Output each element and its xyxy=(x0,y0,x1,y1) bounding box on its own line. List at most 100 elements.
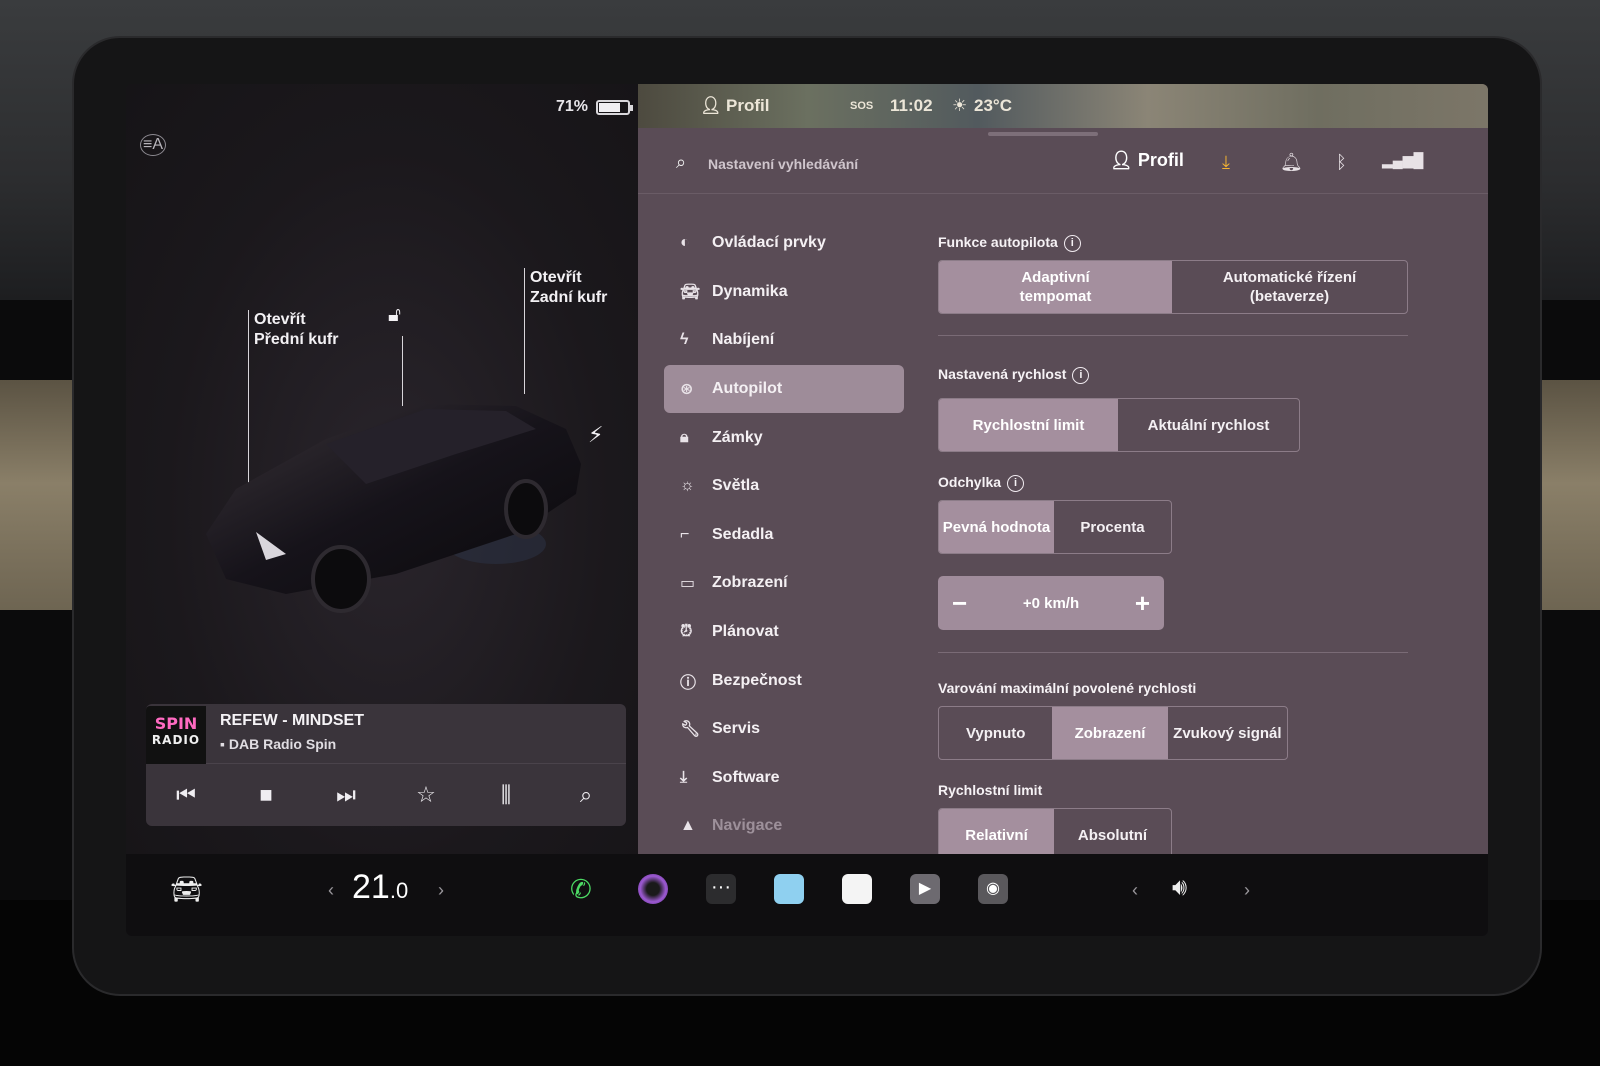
theater-app-icon[interactable]: ▶︎ xyxy=(910,874,940,904)
divider xyxy=(938,652,1408,653)
autosteer-line2: (betaverze) xyxy=(1249,288,1330,305)
unlock-icon[interactable]: 🔓︎ xyxy=(388,304,401,327)
calendar-app-icon[interactable] xyxy=(842,874,872,904)
display-icon: ▭ xyxy=(680,575,696,593)
limit-title: Rychlostní limit xyxy=(938,782,1043,798)
stop-icon[interactable]: ■ xyxy=(246,782,286,808)
profile-label: Profil xyxy=(1137,150,1184,170)
open-front-trunk-button[interactable]: Otevřít Přední kufr xyxy=(254,310,338,350)
download-icon[interactable]: ⤓ xyxy=(1222,152,1230,173)
speed-limit-option[interactable]: Rychlostní limit xyxy=(939,399,1118,451)
current-speed-option[interactable]: Aktuální rychlost xyxy=(1118,399,1299,451)
temp-down-chevron-icon[interactable]: ‹ xyxy=(328,880,334,901)
info-icon[interactable]: i xyxy=(1007,474,1025,492)
warning-display-option[interactable]: Zobrazení xyxy=(1052,707,1168,759)
speed-warning-selector: Vypnuto Zobrazení Zvukový signál xyxy=(938,706,1288,760)
sun-icon: ☼ xyxy=(680,477,695,495)
more-apps-icon[interactable]: ··· xyxy=(706,874,736,904)
nav-item-navigace[interactable]: ▲ Navigace xyxy=(664,802,904,851)
bottom-dock: 🚘︎ ‹ 21.0 › ✆ ··· ▶︎ ◉ ‹ 🔊︎ › xyxy=(126,854,1488,936)
profile-button[interactable]: 👤︎ Profil xyxy=(1110,150,1184,171)
equalizer-icon[interactable]: ⫼ xyxy=(486,782,526,808)
station-name: ▪ DAB Radio Spin xyxy=(220,736,337,752)
adaptive-cruise-option[interactable]: Adaptivní tempomat xyxy=(939,261,1172,313)
nav-item-svetla[interactable]: ☼ Světla xyxy=(664,462,904,511)
warning-chime-option[interactable]: Zvukový signál xyxy=(1168,707,1287,759)
nav-item-autopilot[interactable]: ⊛ Autopilot xyxy=(664,364,904,414)
navigation-icon: ▲ xyxy=(680,817,696,835)
station-logo[interactable]: SPIN RADIO xyxy=(146,706,206,764)
previous-track-icon[interactable]: ⏮︎ xyxy=(166,782,206,808)
toybox-app-icon[interactable] xyxy=(774,874,804,904)
adaptive-cruise-line2: tempomat xyxy=(1019,288,1092,305)
autosteer-option[interactable]: Automatické řízení (betaverze) xyxy=(1172,261,1407,313)
battery-percent: 71% xyxy=(556,98,589,115)
car-model-image xyxy=(206,404,581,613)
bell-icon[interactable]: 🔔︎ xyxy=(1280,152,1303,173)
media-player: SPIN RADIO REFEW - MINDSET ▪ DAB Radio S… xyxy=(146,704,626,826)
rear-trunk-pointer xyxy=(524,268,525,394)
nav-item-software[interactable]: ⤓ Software xyxy=(664,754,904,803)
info-icon[interactable]: i xyxy=(1063,234,1081,252)
warning-off-option[interactable]: Vypnuto xyxy=(939,707,1052,759)
status-profile-icon: 👤︎ xyxy=(700,96,722,115)
nav-label: Bezpečnost xyxy=(712,671,802,689)
nav-item-ovladaci-prvky[interactable]: ◐ Ovládací prvky xyxy=(664,219,904,268)
nav-item-zobrazeni[interactable]: ▭ Zobrazení xyxy=(664,559,904,608)
camera-app-icon[interactable] xyxy=(638,874,668,904)
station-name-text: DAB Radio Spin xyxy=(228,736,337,752)
nav-label: Dynamika xyxy=(712,282,788,300)
next-track-icon[interactable]: ⏭︎ xyxy=(326,782,366,808)
dashcam-app-icon[interactable]: ◉ xyxy=(978,874,1008,904)
offset-title-text: Odchylka xyxy=(938,474,1002,490)
battery-icon xyxy=(596,100,633,115)
front-trunk-line1: Otevřít xyxy=(254,311,306,328)
lock-icon: 🔒︎ xyxy=(680,428,689,446)
autopilot-features-selector: Adaptivní tempomat Automatické řízení (bet… xyxy=(938,260,1408,314)
temp-up-chevron-icon[interactable]: › xyxy=(438,880,444,901)
nav-item-servis[interactable]: 🔧︎ Servis xyxy=(664,705,904,754)
features-title: Funkce autopilota i xyxy=(938,234,1081,252)
warning-title: Varování maximální povolené rychlosti xyxy=(938,680,1197,696)
seat-icon: ⌐ xyxy=(680,525,690,543)
alarm-icon: ⏰︎ xyxy=(680,623,693,641)
media-search-icon[interactable]: ⌕ xyxy=(566,782,606,808)
info-icon[interactable]: i xyxy=(1072,366,1090,384)
volume-icon[interactable]: 🔊︎ xyxy=(1172,874,1187,902)
status-profile: Profil xyxy=(726,96,770,115)
increase-button[interactable]: + xyxy=(1135,588,1150,619)
nav-label: Nabíjení xyxy=(712,331,775,349)
offset-value: +0 km/h xyxy=(1022,594,1080,612)
nav-item-nabijeni[interactable]: ϟ Nabíjení xyxy=(664,316,904,365)
open-rear-trunk-button[interactable]: Otevřít Zadní kufr xyxy=(530,268,607,308)
autosteer-line1: Automatické řízení xyxy=(1222,269,1357,286)
nav-item-planovat[interactable]: ⏰︎ Plánovat xyxy=(664,608,904,657)
nav-item-bezpecnost[interactable]: ⓘ Bezpečnost xyxy=(664,656,904,705)
wrench-icon: 🔧︎ xyxy=(680,721,701,739)
set-speed-title-text: Nastavená rychlost xyxy=(938,366,1067,382)
phone-icon[interactable]: ✆ xyxy=(570,874,592,905)
nav-item-dynamika[interactable]: 🚘︎ Dynamika xyxy=(664,268,904,317)
nav-item-sedadla[interactable]: ⌐ Sedadla xyxy=(664,511,904,560)
nav-label: Zobrazení xyxy=(712,574,788,592)
percent-option[interactable]: Procenta xyxy=(1054,501,1171,553)
bluetooth-icon[interactable]: ᛒ xyxy=(1336,152,1347,173)
settings-search-input[interactable] xyxy=(708,152,1008,176)
nav-item-zamky[interactable]: 🔒︎ Zámky xyxy=(664,413,904,462)
car-icon[interactable]: 🚘︎ xyxy=(170,874,203,905)
nav-label: Plánovat xyxy=(712,623,779,641)
station-logo-line2: RADIO xyxy=(151,733,201,747)
favorite-star-icon[interactable]: ☆ xyxy=(406,782,446,808)
cabin-temperature[interactable]: 21.0 xyxy=(352,868,408,907)
volume-down-chevron-icon[interactable]: ‹ xyxy=(1132,880,1138,901)
fixed-value-option[interactable]: Pevná hodnota xyxy=(939,501,1055,553)
decrease-button[interactable]: − xyxy=(952,588,967,619)
settings-panel: 👤︎ Profil SOS 11:02 ☀︎ 23°C ⌕ 👤︎ Profil … xyxy=(638,84,1488,862)
divider xyxy=(938,335,1408,336)
volume-up-chevron-icon[interactable]: › xyxy=(1244,880,1250,901)
status-time: 11:02 xyxy=(890,96,933,115)
car-icon: 🚘︎ xyxy=(680,283,701,301)
bolt-icon: ϟ xyxy=(680,331,689,349)
sos-badge[interactable]: SOS xyxy=(850,100,873,112)
auto-headlight-icon[interactable]: ≡A xyxy=(140,134,166,156)
